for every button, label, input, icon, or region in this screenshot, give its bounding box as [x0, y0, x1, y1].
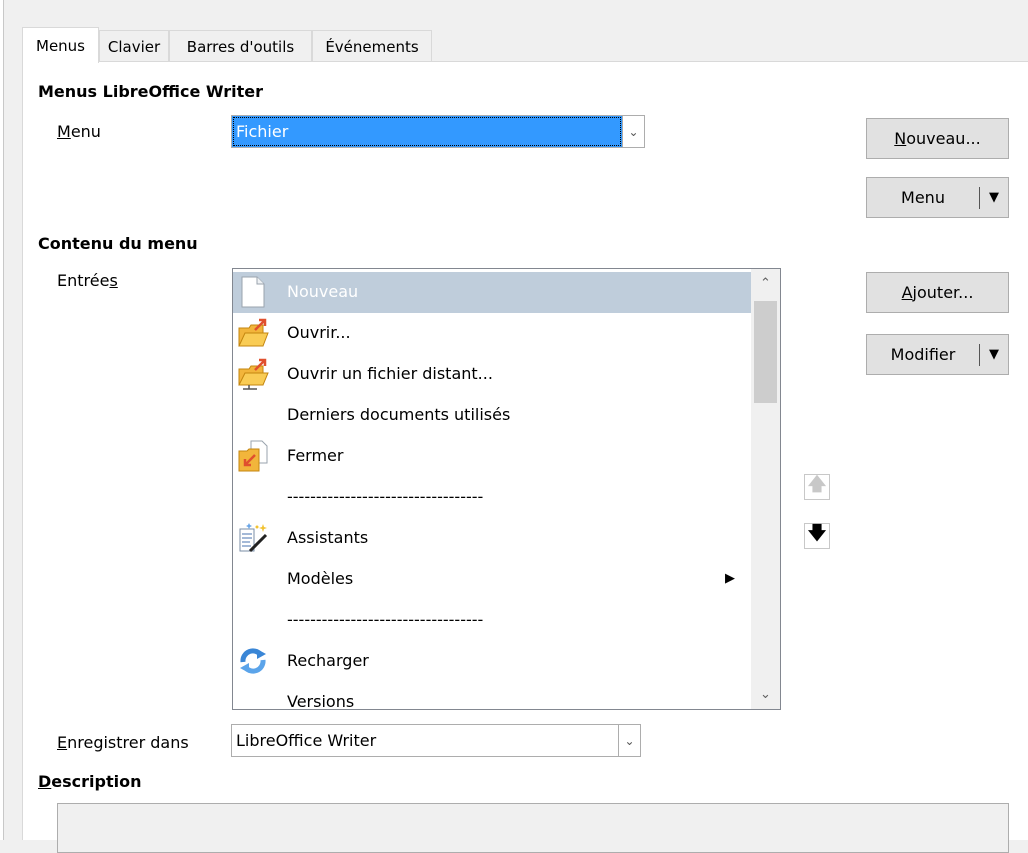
tab-barres-outils[interactable]: Barres d'outils — [169, 30, 312, 62]
dropdown-arrow-icon[interactable]: ▼ — [980, 347, 1008, 362]
ajouter-button-label: Ajouter... — [901, 283, 974, 302]
tab-label: Menus — [36, 36, 85, 55]
tab-menus[interactable]: Menus — [22, 27, 99, 63]
tab-clavier[interactable]: Clavier — [99, 30, 169, 62]
submenu-arrow-icon: ▶ — [725, 571, 735, 586]
menu-button[interactable]: Menu ▼ — [866, 177, 1009, 218]
save-in-label: Enregistrer dans — [57, 733, 189, 752]
move-up-icon[interactable]: 🡅 — [804, 474, 830, 500]
scroll-down-icon[interactable]: ⌄ — [751, 680, 780, 709]
list-item[interactable]: Fermer — [233, 436, 751, 477]
list-item[interactable]: Ouvrir... — [233, 313, 751, 354]
list-item[interactable]: Derniers documents utilisés — [233, 395, 751, 436]
close-document-icon — [238, 440, 268, 472]
list-item[interactable]: Assistants — [233, 518, 751, 559]
nouveau-button[interactable]: Nouveau... — [866, 118, 1009, 159]
open-folder-icon — [238, 318, 269, 347]
save-in-select[interactable]: LibreOffice Writer ⌄ — [231, 724, 641, 757]
tab-label: Événements — [325, 37, 419, 56]
list-item-separator[interactable]: ---------------------------------- — [233, 600, 751, 641]
tab-evenements[interactable]: Événements — [312, 30, 432, 62]
move-down-icon[interactable]: 🡇 — [804, 523, 830, 549]
chevron-down-icon[interactable]: ⌄ — [622, 116, 644, 147]
ajouter-button[interactable]: Ajouter... — [866, 272, 1009, 313]
description-box — [57, 803, 1009, 853]
modifier-button-label: Modifier — [890, 345, 956, 364]
tab-label: Barres d'outils — [186, 37, 295, 56]
list-item-separator[interactable]: ---------------------------------- — [233, 477, 751, 518]
menu-label: Menu — [57, 122, 101, 141]
modifier-button[interactable]: Modifier ▼ — [866, 334, 1009, 375]
scroll-up-icon[interactable]: ⌃ — [751, 269, 780, 298]
menu-select[interactable]: Fichier ⌄ — [231, 115, 645, 148]
list-item[interactable]: Modèles ▶ — [233, 559, 751, 600]
remote-folder-icon — [238, 358, 269, 390]
list-item[interactable]: Nouveau — [233, 272, 751, 313]
vertical-scrollbar[interactable]: ⌃ ⌄ — [751, 269, 780, 709]
chevron-down-icon[interactable]: ⌄ — [618, 725, 640, 756]
tab-label: Clavier — [107, 37, 161, 56]
list-item[interactable]: Recharger — [233, 641, 751, 682]
nouveau-button-label: Nouveau... — [894, 129, 981, 148]
reload-icon — [240, 648, 266, 674]
list-item[interactable]: Versions — [233, 682, 751, 709]
save-in-value: LibreOffice Writer — [236, 731, 377, 750]
blank-document-icon — [241, 276, 265, 308]
menu-button-label: Menu — [901, 188, 945, 207]
section-title-content: Contenu du menu — [38, 234, 198, 253]
section-title-menus: Menus LibreOffice Writer — [38, 82, 264, 101]
description-title: Description — [38, 772, 142, 791]
menu-select-value: Fichier — [232, 116, 622, 147]
list-item[interactable]: Ouvrir un fichier distant... — [233, 354, 751, 395]
dropdown-arrow-icon[interactable]: ▼ — [980, 190, 1008, 205]
entries-label: Entrées — [57, 271, 118, 290]
wizard-icon — [239, 523, 268, 553]
window-edge — [0, 0, 4, 840]
scrollbar-thumb[interactable] — [754, 301, 777, 403]
entries-list[interactable]: Nouveau Ouvrir... Ouvrir un fichier dist… — [232, 268, 781, 710]
